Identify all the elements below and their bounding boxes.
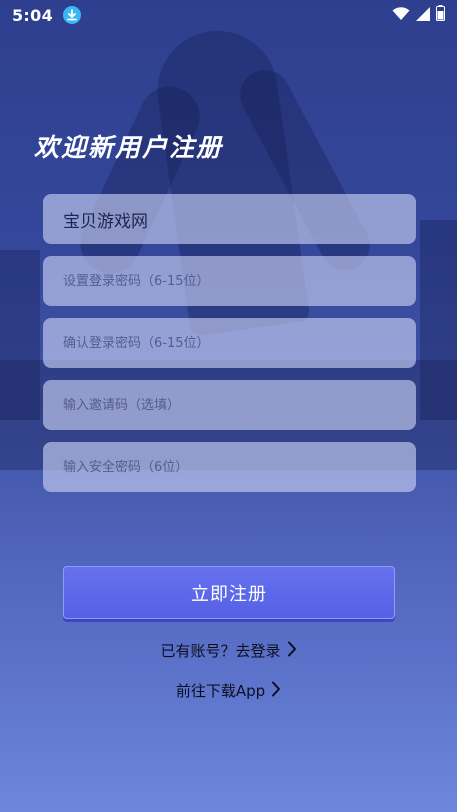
download-app-label: 前往下载App (175, 682, 266, 700)
status-bar: 5:04 (0, 0, 457, 30)
chevron-right-icon (287, 641, 297, 661)
security-password-field[interactable] (43, 442, 416, 492)
battery-icon (436, 5, 445, 25)
username-field[interactable] (43, 194, 416, 244)
security-password-input[interactable] (61, 458, 398, 476)
login-link-label: 已有账号？去登录 (160, 642, 281, 660)
download-app-link[interactable]: 前往下载App (0, 680, 457, 701)
wifi-icon (392, 6, 410, 25)
confirm-password-input[interactable] (61, 334, 398, 352)
signal-icon (416, 6, 430, 25)
page-title: 欢迎新用户注册 (34, 133, 224, 162)
password-field[interactable] (43, 256, 416, 306)
invite-code-input[interactable] (61, 396, 398, 414)
register-button[interactable]: 立即注册 (63, 566, 395, 619)
invite-code-field[interactable] (43, 380, 416, 430)
password-input[interactable] (61, 272, 398, 290)
login-link[interactable]: 已有账号？去登录 (0, 640, 457, 661)
chevron-right-icon (271, 681, 281, 701)
username-input[interactable] (61, 208, 398, 230)
confirm-password-field[interactable] (43, 318, 416, 368)
status-time: 5:04 (12, 5, 53, 25)
download-icon (63, 6, 81, 24)
